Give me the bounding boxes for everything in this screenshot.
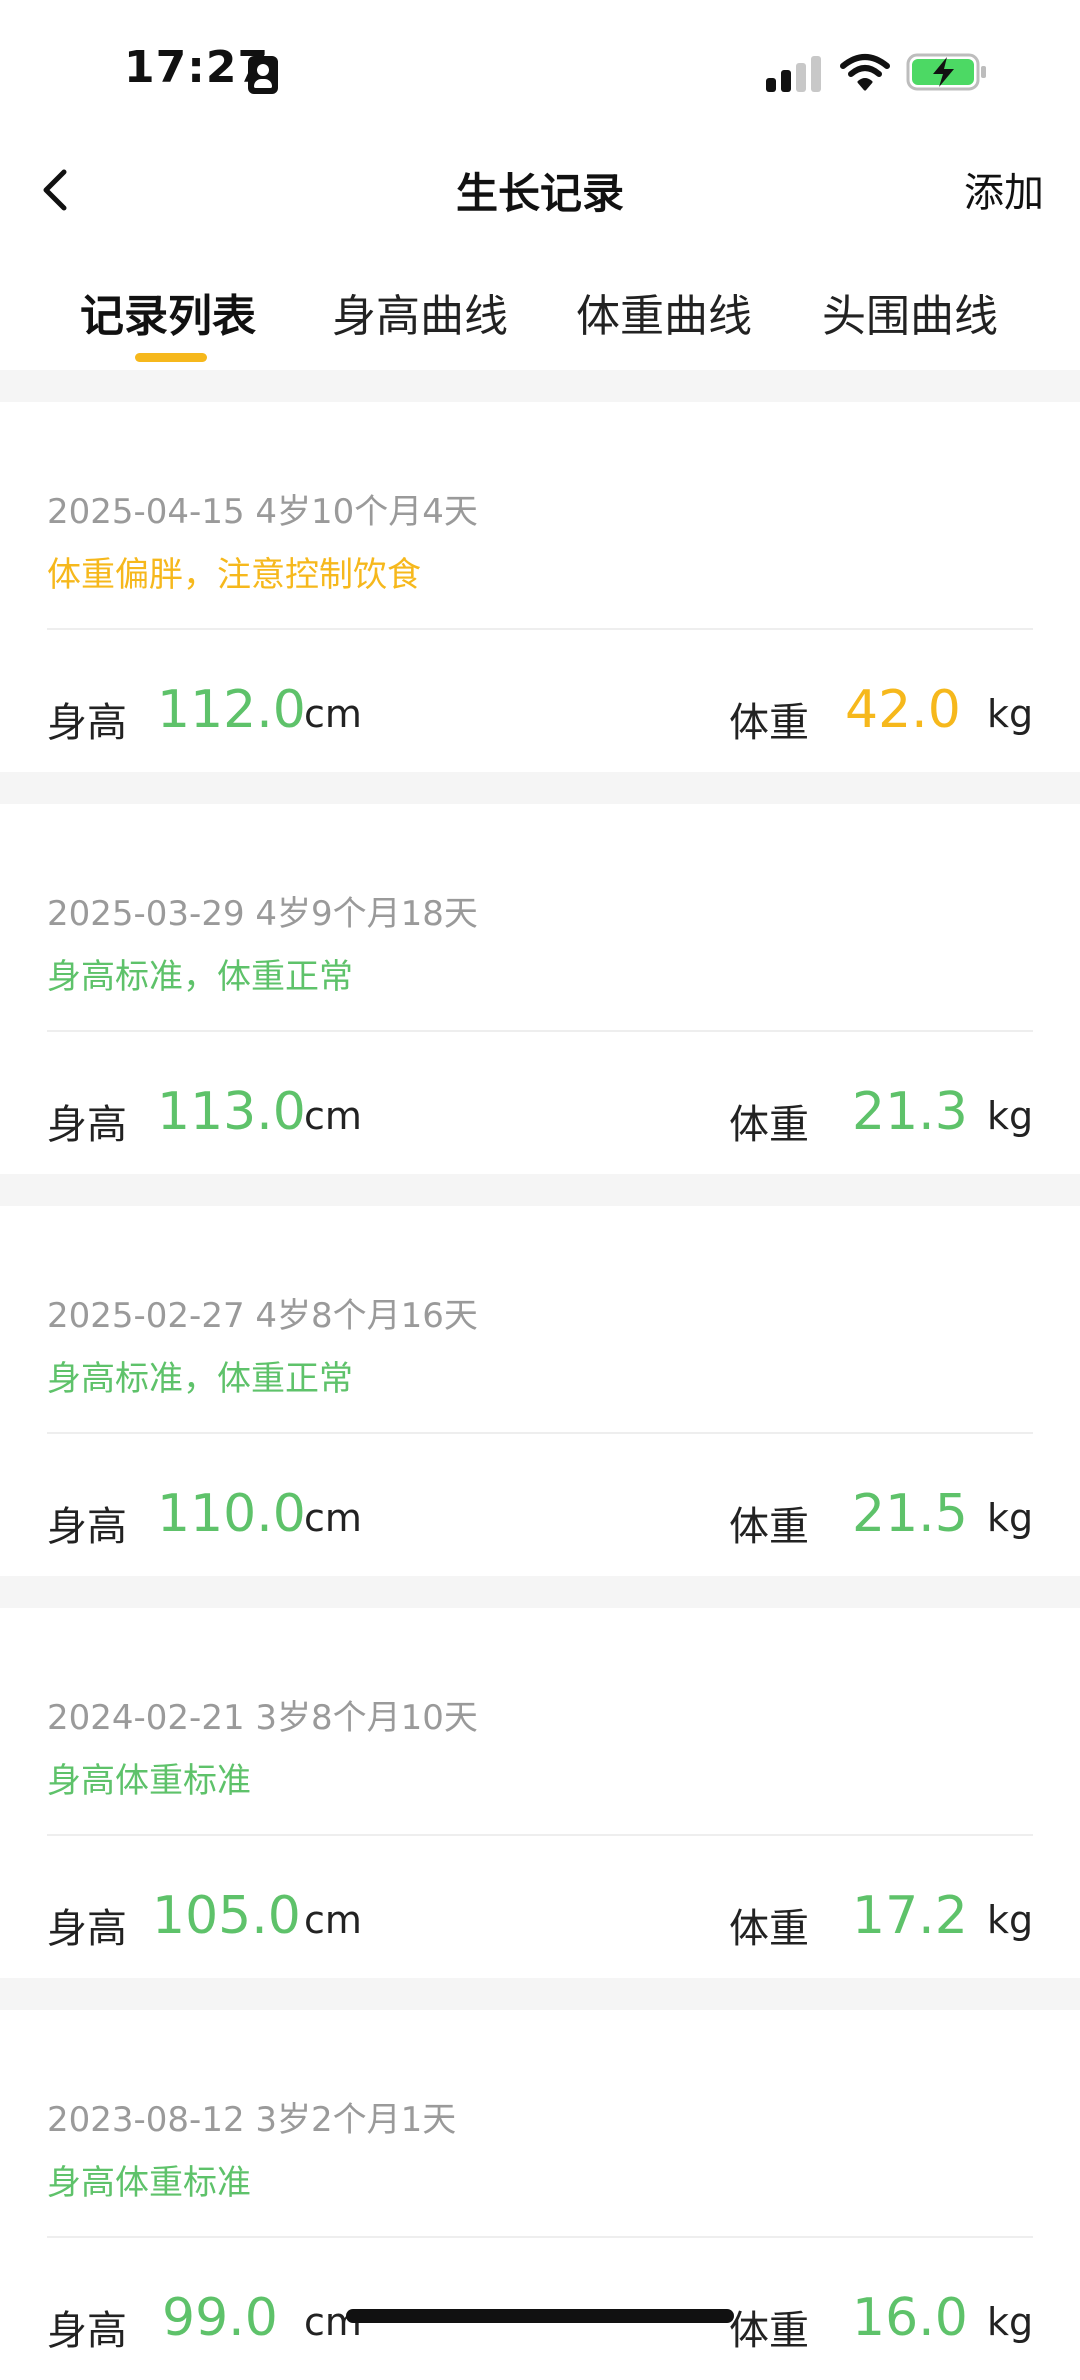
weight-value: 16.0 bbox=[852, 2288, 968, 2348]
record-status: 身高体重标准 bbox=[47, 1761, 251, 1801]
weight-unit: kg bbox=[987, 1094, 1034, 1138]
record-date: 2025-02-27 4岁8个月16天 bbox=[47, 1296, 478, 1336]
cellular-signal-icon bbox=[766, 56, 822, 92]
weight-label: 体重 bbox=[729, 700, 809, 746]
contact-card-icon bbox=[248, 56, 278, 94]
add-record-button[interactable]: 添加 bbox=[964, 160, 1044, 218]
tab-height-curve[interactable]: 身高曲线 bbox=[332, 280, 508, 344]
divider bbox=[47, 1834, 1033, 1836]
divider bbox=[47, 628, 1033, 630]
record-date: 2024-02-21 3岁8个月10天 bbox=[47, 1698, 478, 1738]
weight-unit: kg bbox=[987, 2300, 1034, 2344]
tab-weight-curve[interactable]: 体重曲线 bbox=[576, 280, 752, 344]
divider bbox=[47, 1432, 1033, 1434]
height-unit: cm bbox=[304, 1496, 362, 1540]
battery-charging-icon bbox=[906, 53, 986, 91]
record-status: 身高标准，体重正常 bbox=[47, 957, 353, 997]
tab-record-list[interactable]: 记录列表 bbox=[80, 280, 256, 344]
height-unit: cm bbox=[304, 692, 362, 736]
record-card[interactable]: 2025-03-29 4岁9个月18天 身高标准，体重正常 身高 113.0 c… bbox=[0, 804, 1080, 1174]
weight-unit: kg bbox=[987, 692, 1034, 736]
weight-label: 体重 bbox=[729, 1906, 809, 1952]
record-date: 2025-04-15 4岁10个月4天 bbox=[47, 492, 478, 532]
height-value: 112.0 bbox=[157, 680, 306, 740]
weight-value: 17.2 bbox=[852, 1886, 968, 1946]
weight-value: 21.5 bbox=[852, 1484, 968, 1544]
weight-unit: kg bbox=[987, 1496, 1034, 1540]
weight-value: 42.0 bbox=[845, 680, 961, 740]
record-date: 2023-08-12 3岁2个月1天 bbox=[47, 2100, 457, 2140]
record-card[interactable]: 2025-02-27 4岁8个月16天 身高标准，体重正常 身高 110.0 c… bbox=[0, 1206, 1080, 1576]
record-status: 体重偏胖，注意控制饮食 bbox=[47, 555, 421, 595]
record-status: 身高体重标准 bbox=[47, 2163, 251, 2203]
height-value: 99.0 bbox=[162, 2288, 278, 2348]
record-card[interactable]: 2024-02-21 3岁8个月10天 身高体重标准 身高 105.0 cm 体… bbox=[0, 1608, 1080, 1978]
weight-label: 体重 bbox=[729, 1102, 809, 1148]
weight-value: 21.3 bbox=[852, 1082, 968, 1142]
height-unit: cm bbox=[304, 1094, 362, 1138]
divider bbox=[47, 2236, 1033, 2238]
tab-bar: 记录列表 身高曲线 体重曲线 头围曲线 bbox=[0, 270, 1080, 370]
height-label: 身高 bbox=[47, 700, 127, 746]
page-title: 生长记录 bbox=[455, 169, 624, 218]
wifi-icon bbox=[840, 54, 890, 91]
record-card[interactable]: 2025-04-15 4岁10个月4天 体重偏胖，注意控制饮食 身高 112.0… bbox=[0, 402, 1080, 772]
record-list: 2025-04-15 4岁10个月4天 体重偏胖，注意控制饮食 身高 112.0… bbox=[0, 370, 1080, 2380]
weight-label: 体重 bbox=[729, 2308, 809, 2354]
record-card[interactable]: 2023-08-12 3岁2个月1天 身高体重标准 身高 99.0 cm 体重 … bbox=[0, 2010, 1080, 2380]
weight-unit: kg bbox=[987, 1898, 1034, 1942]
tab-head-circumference-curve[interactable]: 头围曲线 bbox=[822, 280, 998, 344]
height-unit: cm bbox=[304, 1898, 362, 1942]
height-label: 身高 bbox=[47, 1906, 127, 1952]
record-date: 2025-03-29 4岁9个月18天 bbox=[47, 894, 478, 934]
height-value: 110.0 bbox=[157, 1484, 306, 1544]
status-bar: 17:27 bbox=[0, 0, 1080, 140]
divider bbox=[47, 1030, 1033, 1032]
height-label: 身高 bbox=[47, 1102, 127, 1148]
home-indicator bbox=[346, 2309, 734, 2323]
weight-label: 体重 bbox=[729, 1504, 809, 1550]
height-label: 身高 bbox=[47, 2308, 127, 2354]
record-status: 身高标准，体重正常 bbox=[47, 1359, 353, 1399]
height-label: 身高 bbox=[47, 1504, 127, 1550]
active-tab-indicator bbox=[135, 353, 207, 362]
height-value: 105.0 bbox=[152, 1886, 301, 1946]
height-value: 113.0 bbox=[157, 1082, 306, 1142]
